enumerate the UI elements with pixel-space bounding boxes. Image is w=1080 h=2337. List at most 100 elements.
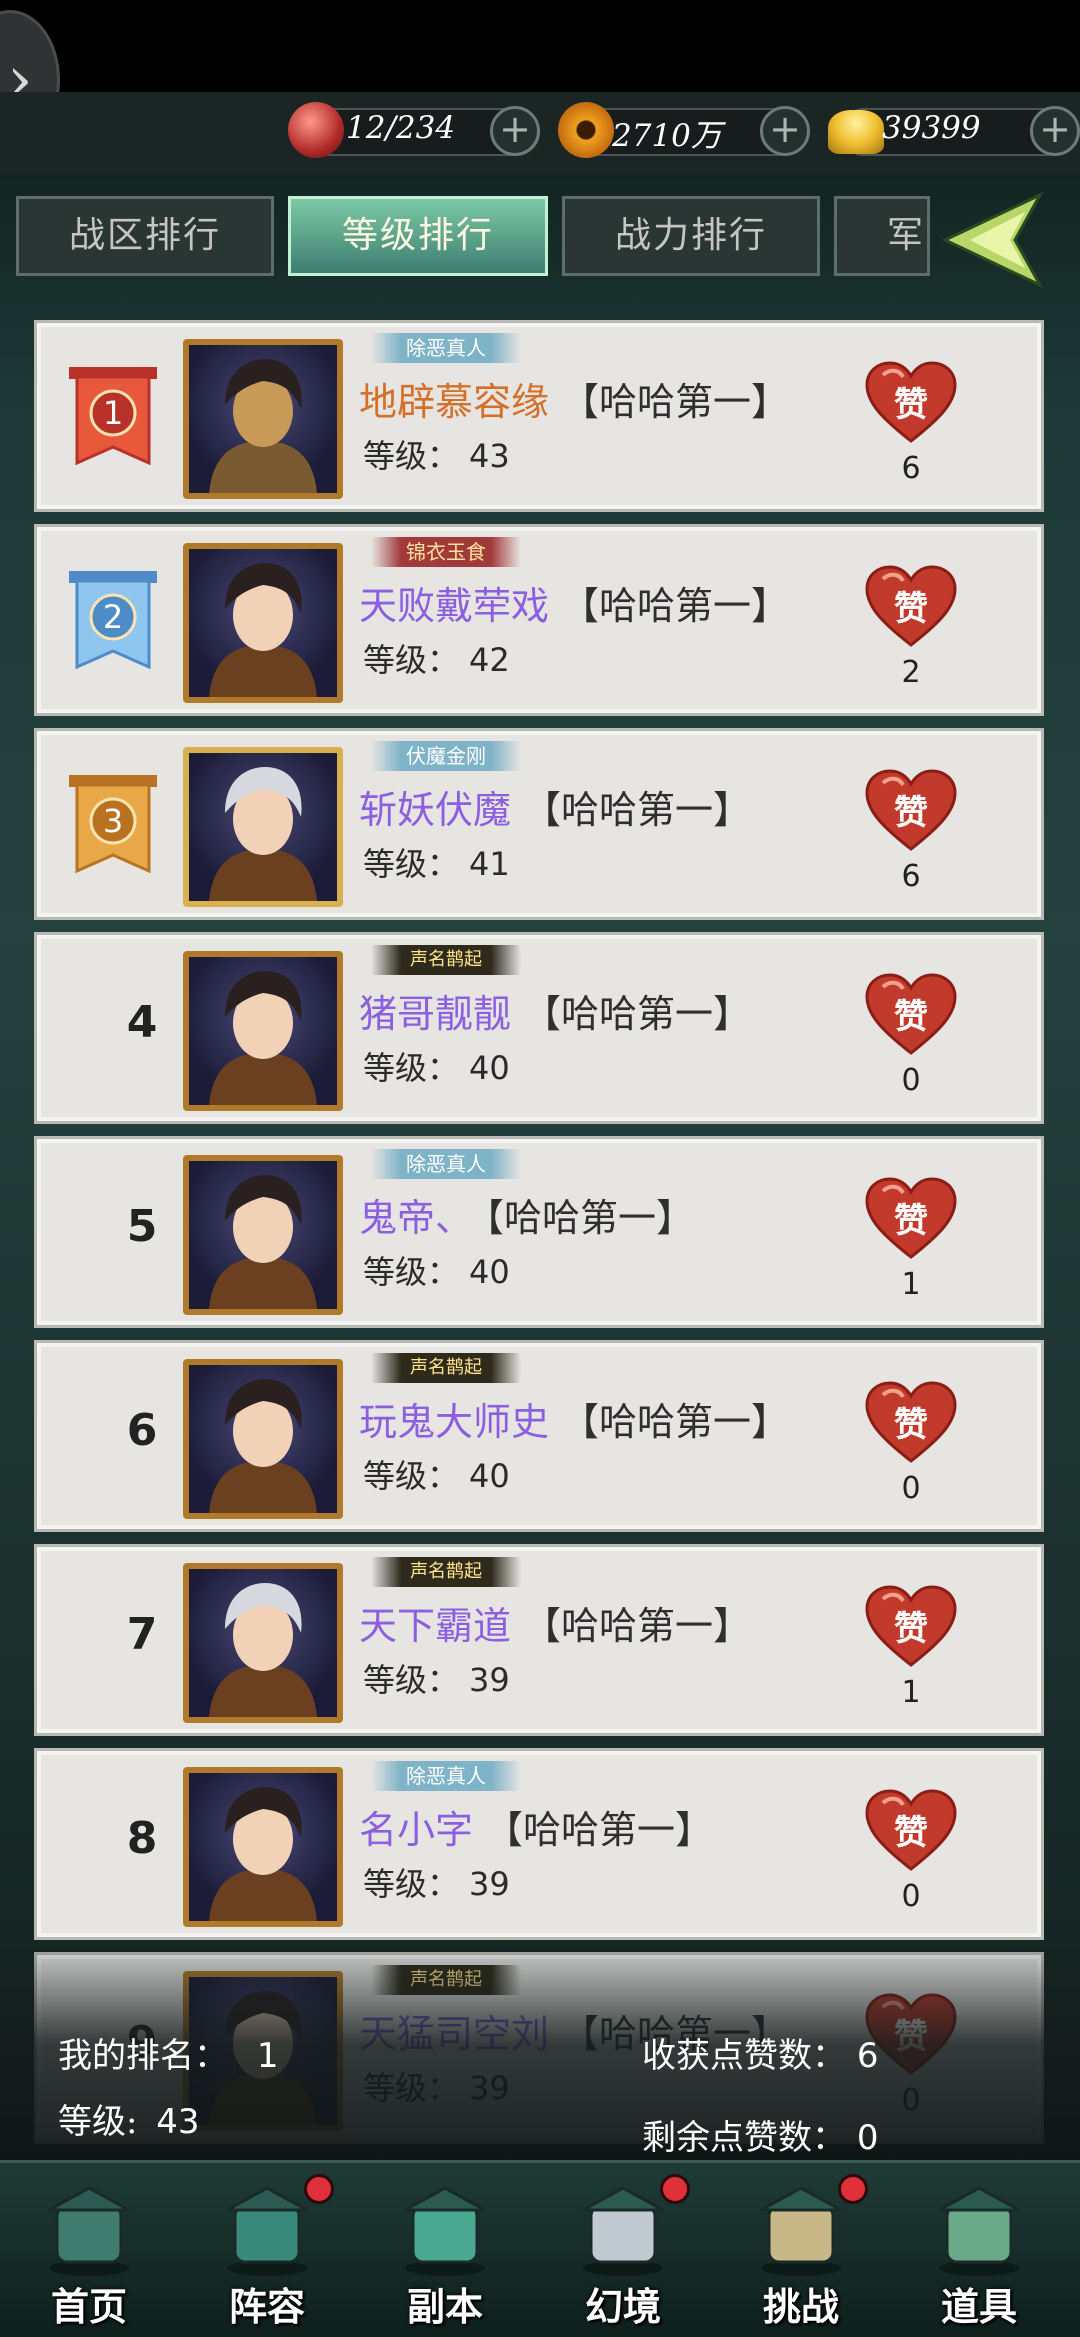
character-portrait-icon (209, 1379, 317, 1513)
ranking-row[interactable]: 6 声名鹊起 玩鬼大师史 【哈哈第一】 等级： 40 赞 0 (34, 1340, 1044, 1532)
player-avatar[interactable] (183, 1359, 343, 1519)
like-count: 0 (901, 1063, 921, 1098)
like-label: 赞 (894, 1201, 928, 1241)
notification-dot (660, 2174, 690, 2204)
challenge-scroll-icon (760, 2186, 842, 2276)
player-name-row: 天败戴荦戏 【哈哈第一】 (359, 575, 789, 630)
nav-item[interactable]: 幻境 (548, 2174, 698, 2330)
add-stamina-button[interactable]: + (490, 106, 540, 156)
like-button[interactable]: 赞 (863, 563, 959, 649)
title-badge: 除恶真人 (371, 1761, 521, 1791)
like-button[interactable]: 赞 (863, 1379, 959, 1465)
notification-dot (838, 2174, 868, 2204)
guild-name: 【哈哈第一】 (561, 584, 790, 628)
character-portrait-icon (209, 563, 317, 697)
tab-army-ranking[interactable]: 军 (834, 196, 930, 276)
player-avatar[interactable] (183, 747, 343, 907)
player-name-row: 玩鬼大师史 【哈哈第一】 (359, 1391, 789, 1446)
ranking-row[interactable]: 4 声名鹊起 猪哥靓靓 【哈哈第一】 等级： 40 赞 0 (34, 932, 1044, 1124)
character-portrait-icon (209, 1787, 317, 1921)
like-label: 赞 (894, 997, 928, 1037)
nav-item[interactable]: 首页 (14, 2180, 164, 2330)
formation-book-icon (226, 2186, 308, 2276)
title-badge: 除恶真人 (371, 333, 521, 363)
player-name-row: 鬼帝、 【哈哈第一】 (359, 1187, 694, 1242)
like-button[interactable]: 赞 (863, 1787, 959, 1873)
level-value: 41 (469, 845, 510, 883)
tab-level-ranking[interactable]: 等级排行 (288, 196, 548, 276)
like-button[interactable]: 赞 (863, 971, 959, 1057)
ranking-row[interactable]: 2 锦衣玉食 天败戴荦戏 【哈哈第一】 等级： 42 赞 2 (34, 524, 1044, 716)
nav-item[interactable]: 挑战 (726, 2174, 876, 2330)
tab-war-zone-ranking[interactable]: 战区排行 (16, 196, 274, 276)
like-count: 1 (901, 1267, 921, 1302)
player-name[interactable]: 猪哥靓靓 (359, 992, 511, 1036)
nav-label: 副本 (406, 2284, 483, 2329)
character-portrait-icon (209, 1175, 317, 1309)
title-badge: 锦衣玉食 (371, 537, 521, 567)
like-label: 赞 (894, 1813, 928, 1853)
like-button[interactable]: 赞 (863, 1175, 959, 1261)
player-avatar[interactable] (183, 1767, 343, 1927)
level-label: 等级： (363, 1049, 460, 1087)
rank-number: 4 (126, 997, 158, 1048)
item-bag-icon (938, 2186, 1020, 2276)
like-button[interactable]: 赞 (863, 359, 959, 445)
tab-scroll-arrow-icon[interactable] (940, 190, 1050, 290)
player-name[interactable]: 地辟慕容缘 (359, 380, 549, 424)
player-name-row: 名小字 【哈哈第一】 (359, 1799, 713, 1854)
guild-name: 【哈哈第一】 (561, 380, 790, 424)
copper-coin-icon (558, 102, 614, 158)
like-label: 赞 (894, 1405, 928, 1445)
guild-name: 【哈哈第一】 (523, 788, 752, 832)
player-name[interactable]: 天败戴荦戏 (359, 584, 549, 628)
like-label: 赞 (894, 385, 928, 425)
title-badge: 声名鹊起 (371, 1557, 521, 1587)
nav-item[interactable]: 道具 (904, 2180, 1054, 2330)
player-level-row: 等级：39 (363, 1655, 510, 1701)
player-name[interactable]: 天下霸道 (359, 1604, 511, 1648)
like-count: 0 (901, 1471, 921, 1506)
like-count: 2 (901, 655, 921, 690)
ranking-row[interactable]: 3 伏魔金刚 斩妖伏魔 【哈哈第一】 等级： 41 赞 6 (34, 728, 1044, 920)
player-name-row: 斩妖伏魔 【哈哈第一】 (359, 779, 751, 834)
player-level-row: 等级： 43 (363, 431, 510, 477)
player-name[interactable]: 名小字 (359, 1808, 473, 1852)
ranking-row[interactable]: 8 除恶真人 名小字 【哈哈第一】 等级： 39 赞 0 (34, 1748, 1044, 1940)
level-label: 等级： (363, 1661, 460, 1699)
add-coin-button[interactable]: + (760, 106, 810, 156)
ranking-row[interactable]: 1 除恶真人 地辟慕容缘 【哈哈第一】 等级： 43 赞 6 (34, 320, 1044, 512)
player-avatar[interactable] (183, 543, 343, 703)
player-name[interactable]: 玩鬼大师史 (359, 1400, 549, 1444)
level-value: 42 (469, 641, 510, 679)
player-name-row: 天下霸道 【哈哈第一】 (359, 1595, 751, 1650)
ranking-row[interactable]: 7 声名鹊起 天下霸道 【哈哈第一】 等级： 39 赞 1 (34, 1544, 1044, 1736)
level-value: 39 (469, 1661, 510, 1699)
rank-number: 8 (126, 1813, 158, 1864)
character-portrait-icon (209, 971, 317, 1105)
ranking-row[interactable]: 5 除恶真人 鬼帝、 【哈哈第一】 等级： 40 赞 1 (34, 1136, 1044, 1328)
level-label: 等级： (363, 437, 460, 475)
rank-number: 7 (126, 1609, 158, 1660)
my-level-row: 等级: 43 (58, 2094, 200, 2143)
player-name[interactable]: 鬼帝、 (359, 1196, 473, 1240)
nav-item[interactable]: 副本 (370, 2180, 520, 2330)
player-level-row: 等级： 40 (363, 1451, 510, 1497)
tab-power-ranking[interactable]: 战力排行 (562, 196, 820, 276)
player-avatar[interactable] (183, 1563, 343, 1723)
remaining-likes-label: 剩余点赞数： (642, 2118, 846, 2158)
player-avatar[interactable] (183, 951, 343, 1111)
player-avatar[interactable] (183, 339, 343, 499)
player-name[interactable]: 斩妖伏魔 (359, 788, 511, 832)
like-button[interactable]: 赞 (863, 767, 959, 853)
character-portrait-icon (209, 1583, 317, 1717)
gold-value: 39399 (882, 110, 981, 146)
level-value: 40 (469, 1457, 510, 1495)
add-gold-button[interactable]: + (1030, 106, 1080, 156)
player-avatar[interactable] (183, 1155, 343, 1315)
like-button[interactable]: 赞 (863, 1583, 959, 1669)
player-name-row: 地辟慕容缘 【哈哈第一】 (359, 371, 789, 426)
title-badge: 除恶真人 (371, 1149, 521, 1179)
nav-item[interactable]: 阵容 (192, 2174, 342, 2330)
like-count: 6 (901, 859, 921, 894)
